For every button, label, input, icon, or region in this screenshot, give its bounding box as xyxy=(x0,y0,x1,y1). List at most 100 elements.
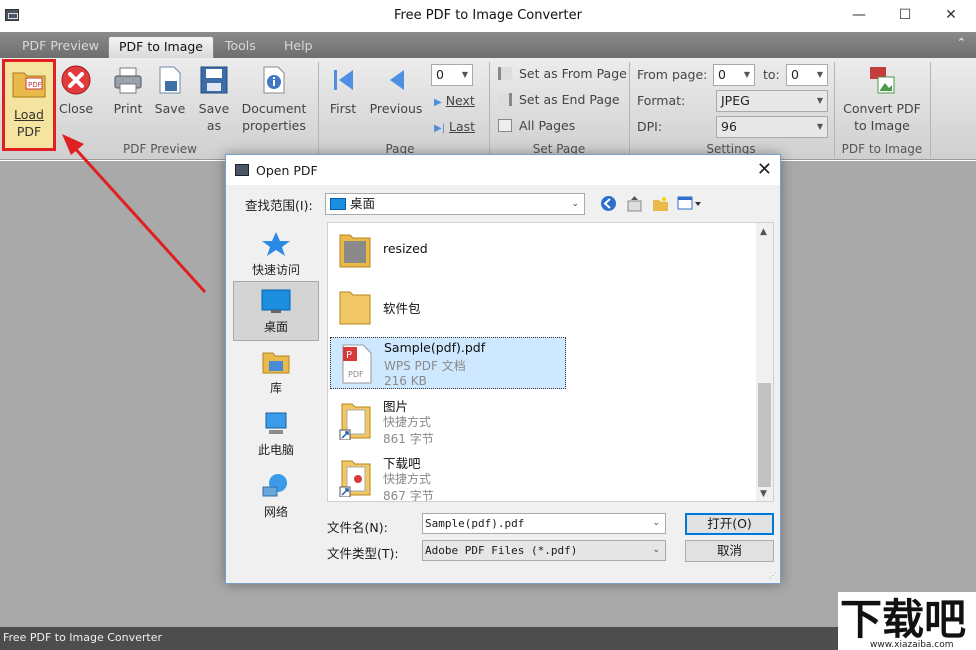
up-folder-icon[interactable] xyxy=(626,195,643,212)
next-page-icon: ▶ xyxy=(434,97,442,108)
dialog-nav-toolbar xyxy=(600,195,708,215)
filename-label: 文件名(N): xyxy=(327,520,388,535)
place-library[interactable]: 库 xyxy=(233,343,319,403)
tab-help[interactable]: Help xyxy=(274,36,323,58)
list-item[interactable]: resized xyxy=(330,223,566,275)
set-end-icon xyxy=(498,93,512,106)
open-button[interactable]: 打开(O) xyxy=(685,513,774,535)
document-info-icon xyxy=(263,66,285,94)
star-icon xyxy=(262,232,290,256)
tab-tools[interactable]: Tools xyxy=(215,36,266,58)
folder-icon xyxy=(339,234,371,268)
file-size: 216 KB xyxy=(384,374,427,388)
place-label: 此电脑 xyxy=(257,443,294,457)
scroll-up-icon[interactable]: ▲ xyxy=(760,227,767,237)
file-type: 快捷方式 xyxy=(383,415,432,429)
svg-text:PDF: PDF xyxy=(348,370,364,379)
tab-pdf-preview[interactable]: PDF Preview xyxy=(12,36,109,58)
all-pages-label: All Pages xyxy=(518,118,576,133)
convert-label: Convert PDF to Image xyxy=(843,101,921,133)
format-select[interactable]: JPEG ▼ xyxy=(716,90,828,112)
save-icon xyxy=(159,66,181,94)
group-label-pdf-preview: PDF Preview xyxy=(123,142,197,156)
cancel-button[interactable]: 取消 xyxy=(685,540,774,562)
place-desktop[interactable]: 桌面 xyxy=(233,281,319,341)
all-pages-button[interactable]: All Pages xyxy=(498,118,575,133)
maximize-button[interactable]: ☐ xyxy=(882,0,928,30)
scroll-thumb[interactable] xyxy=(758,383,771,487)
file-list: resized 软件包 P PDF Sample(pdf).pdf WPS PDF… xyxy=(327,222,774,502)
to-page-value: 0 xyxy=(791,67,799,82)
dialog-close-icon[interactable]: ✕ xyxy=(757,159,772,180)
chevron-down-icon: ▼ xyxy=(743,70,750,79)
back-icon[interactable] xyxy=(600,195,617,212)
set-from-page-button[interactable]: Set as From Page xyxy=(498,66,627,81)
library-icon xyxy=(262,352,290,374)
file-list-scrollbar[interactable]: ▲ ▼ xyxy=(756,223,773,501)
first-page-button[interactable]: First xyxy=(326,64,360,117)
place-this-pc[interactable]: 此电脑 xyxy=(233,405,319,465)
save-as-icon xyxy=(200,66,228,94)
lookin-select[interactable]: 桌面 ⌄ xyxy=(325,193,585,215)
view-menu-icon[interactable] xyxy=(677,195,703,212)
tab-pdf-to-image[interactable]: PDF to Image xyxy=(108,36,214,58)
from-page-label: From page: xyxy=(637,67,708,82)
list-item-selected[interactable]: P PDF Sample(pdf).pdf WPS PDF 文档 216 KB xyxy=(330,337,566,389)
desktop-icon xyxy=(261,289,291,313)
new-folder-icon[interactable] xyxy=(652,195,669,212)
list-item[interactable]: 下载吧 快捷方式 867 字节 xyxy=(330,451,566,502)
filetype-select[interactable]: Adobe PDF Files (*.pdf) ⌄ xyxy=(422,540,666,561)
svg-text:下载吧: 下载吧 xyxy=(840,595,966,644)
ribbon-collapse-icon[interactable]: ⌃ xyxy=(957,36,966,49)
place-label: 桌面 xyxy=(263,320,288,334)
previous-page-button[interactable]: Previous xyxy=(368,64,424,117)
svg-text:P: P xyxy=(346,350,352,361)
load-pdf-button[interactable]: PDF Load PDF xyxy=(2,59,56,151)
last-page-button[interactable]: ▶| Last xyxy=(434,119,475,134)
print-button[interactable]: Print xyxy=(110,64,146,117)
scroll-down-icon[interactable]: ▼ xyxy=(760,489,767,499)
load-pdf-label: Load PDF xyxy=(14,107,44,139)
save-button[interactable]: Save xyxy=(152,64,188,117)
next-page-label: Next xyxy=(445,93,475,108)
chevron-down-icon: ⌄ xyxy=(652,518,660,528)
from-page-select[interactable]: 0 ▼ xyxy=(713,64,755,86)
set-end-page-button[interactable]: Set as End Page xyxy=(498,92,620,107)
place-quick-access[interactable]: 快速访问 xyxy=(233,225,319,285)
convert-pdf-to-image-button[interactable]: Convert PDF to Image xyxy=(842,64,922,134)
open-pdf-dialog: Open PDF ✕ 查找范围(I): 桌面 ⌄ 快速访问 桌面 库 此电脑 网… xyxy=(225,154,781,584)
xiazaiba-logo: 下载吧 www.xiazaiba.com xyxy=(840,595,966,650)
to-page-select[interactable]: 0 ▼ xyxy=(786,64,828,86)
list-item[interactable]: 图片 快捷方式 861 字节 xyxy=(330,394,566,446)
next-page-button[interactable]: ▶ Next xyxy=(434,93,475,108)
filetype-label: 文件类型(T): xyxy=(327,546,399,561)
file-size: 861 字节 xyxy=(383,432,434,446)
previous-page-icon xyxy=(390,70,404,90)
last-page-icon: ▶| xyxy=(434,123,446,134)
minimize-button[interactable]: — xyxy=(836,0,882,30)
save-as-button[interactable]: Save as xyxy=(196,64,232,134)
ribbon-separator xyxy=(834,62,835,158)
file-size: 867 字节 xyxy=(383,489,434,502)
place-network[interactable]: 网络 xyxy=(233,467,319,527)
to-page-label: to: xyxy=(763,67,780,82)
page-number-select[interactable]: 0 ▼ xyxy=(431,64,473,86)
dialog-app-icon xyxy=(235,164,249,176)
save-label: Save xyxy=(154,101,186,116)
format-label: Format: xyxy=(637,93,686,108)
chevron-down-icon: ▼ xyxy=(816,122,823,131)
print-label: Print xyxy=(113,101,143,116)
close-pdf-button[interactable]: Close xyxy=(58,64,94,117)
document-properties-button[interactable]: Document properties xyxy=(241,64,307,134)
ribbon-tab-bar: PDF Preview PDF to Image Tools Help ⌃ xyxy=(0,32,976,58)
window-title: Free PDF to Image Converter xyxy=(394,8,582,23)
dpi-label: DPI: xyxy=(637,119,663,134)
resize-grip-icon[interactable]: ⋰ xyxy=(769,571,777,580)
close-window-button[interactable]: ✕ xyxy=(928,0,974,30)
filename-input[interactable]: Sample(pdf).pdf ⌄ xyxy=(422,513,666,534)
lookin-label: 查找范围(I): xyxy=(245,198,313,213)
set-end-label: Set as End Page xyxy=(518,92,620,107)
dpi-select[interactable]: 96 ▼ xyxy=(716,116,828,138)
list-item[interactable]: 软件包 xyxy=(330,280,566,332)
close-pdf-label: Close xyxy=(58,101,94,116)
